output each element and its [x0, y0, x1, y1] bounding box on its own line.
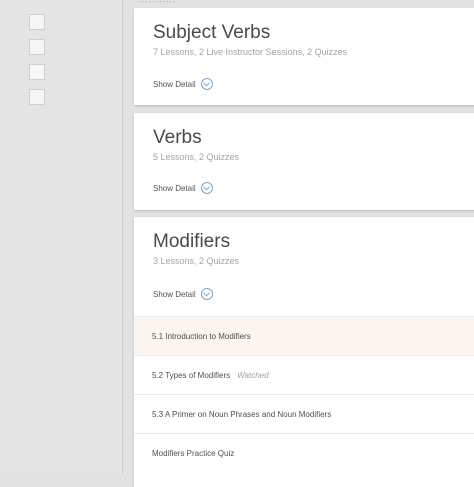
sidebar-divider — [122, 0, 123, 474]
module-card-subject-verbs: Subject Verbs 7 Lessons, 2 Live Instruct… — [134, 8, 474, 105]
sidebar — [0, 0, 122, 474]
module-summary: 5 Lessons, 2 Quizzes — [153, 152, 240, 162]
lesson-label: 5.1 Introduction to Modifiers — [152, 331, 251, 341]
chevron-down-icon — [200, 182, 213, 194]
lesson-row[interactable]: Modifiers Practice Quiz — [134, 433, 474, 472]
show-detail-label: Show Detail — [153, 289, 196, 299]
lesson-label: Modifiers Practice Quiz — [152, 448, 235, 458]
show-detail-button[interactable]: Show Detail — [153, 78, 213, 90]
chevron-down-icon — [200, 288, 213, 300]
chevron-down-icon — [200, 78, 213, 90]
lesson-label: 5.2 Types of Modifiers — [152, 370, 231, 380]
module-card-modifiers: Modifiers 3 Lessons, 2 Quizzes Show Deta… — [134, 217, 474, 487]
sidebar-checkbox[interactable] — [29, 64, 45, 80]
sidebar-checkbox[interactable] — [29, 39, 45, 55]
sidebar-checkbox[interactable] — [29, 14, 45, 30]
watched-status: Watched — [237, 370, 269, 380]
lesson-row[interactable]: 5.1 Introduction to Modifiers — [134, 316, 474, 355]
show-detail-button[interactable]: Show Detail — [153, 288, 213, 300]
sidebar-checkbox[interactable] — [29, 89, 45, 105]
lesson-label: 5.3 A Primer on Noun Phrases and Noun Mo… — [152, 409, 332, 419]
module-summary: 3 Lessons, 2 Quizzes — [153, 256, 240, 266]
show-detail-button[interactable]: Show Detail — [153, 182, 213, 194]
module-title: Verbs — [153, 127, 202, 148]
show-detail-label: Show Detail — [153, 183, 196, 193]
module-title: Subject Verbs — [153, 22, 271, 43]
module-title: Modifiers — [153, 231, 231, 252]
show-detail-label: Show Detail — [153, 79, 196, 89]
lesson-row[interactable]: 5.3 A Primer on Noun Phrases and Noun Mo… — [134, 394, 474, 433]
module-summary: 7 Lessons, 2 Live Instructor Sessions, 2… — [153, 47, 348, 57]
module-card-verbs: Verbs 5 Lessons, 2 Quizzes Show Detail — [134, 113, 474, 210]
page-breadcrumb: ........... — [138, 0, 177, 4]
lesson-row[interactable]: 5.2 Types of Modifiers Watched — [134, 355, 474, 394]
